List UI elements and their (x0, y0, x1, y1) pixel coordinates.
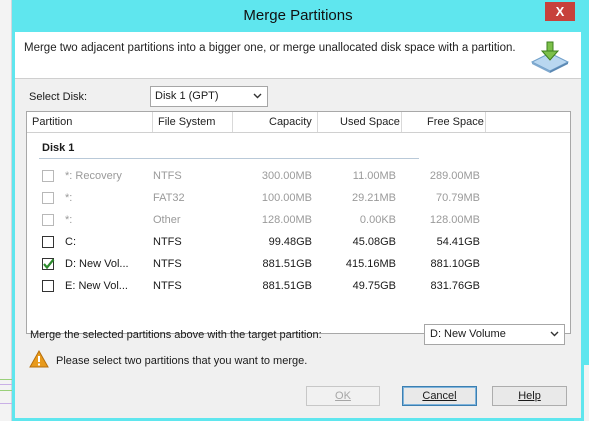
warning-text: Please select two partitions that you wa… (56, 355, 308, 367)
capacity: 881.51GB (262, 280, 312, 292)
ok-button-label: OK (335, 390, 351, 402)
disk-dropdown-value: Disk 1 (GPT) (155, 90, 219, 102)
target-partition-value: D: New Volume (430, 328, 506, 340)
merge-partition-icon (530, 41, 570, 73)
chevron-down-icon (253, 93, 262, 99)
free-space: 289.00MB (429, 170, 480, 182)
warning-icon (29, 350, 49, 368)
partition-checkbox[interactable] (42, 192, 54, 204)
help-button[interactable]: Help (492, 386, 567, 406)
header-panel: Merge two adjacent partitions into a big… (15, 32, 581, 79)
file-system: NTFS (153, 258, 182, 270)
table-row: E: New Vol... NTFS 881.51GB 49.75GB 831.… (27, 275, 570, 297)
used-space: 0.00KB (359, 214, 396, 226)
used-space: 11.00MB (352, 170, 396, 182)
column-header-used-space[interactable]: Used Space (340, 116, 400, 128)
target-partition-dropdown[interactable]: D: New Volume (424, 324, 565, 345)
chevron-down-icon (550, 331, 559, 337)
ok-button[interactable]: OK (306, 386, 380, 406)
column-header-partition[interactable]: Partition (32, 116, 72, 128)
checkmark-icon (43, 258, 55, 270)
disk-group-label: Disk 1 (42, 142, 75, 154)
select-disk-label: Select Disk: (29, 91, 88, 103)
used-space: 29.21MB (351, 192, 396, 204)
partition-name: C: (65, 236, 76, 248)
partition-checkbox[interactable] (42, 170, 54, 182)
capacity: 300.00MB (261, 170, 312, 182)
free-space: 128.00MB (429, 214, 480, 226)
used-space: 49.75GB (352, 280, 396, 292)
free-space: 831.76GB (430, 280, 480, 292)
window-title: Merge Partitions (243, 7, 353, 24)
group-divider (39, 158, 419, 159)
partition-checkbox[interactable] (42, 258, 55, 270)
file-system: NTFS (153, 236, 182, 248)
used-space: 45.08GB (352, 236, 396, 248)
help-button-label: Help (518, 390, 541, 402)
title-bar[interactable]: Merge Partitions X (12, 0, 584, 32)
close-button[interactable]: X (545, 2, 575, 21)
capacity: 881.51GB (262, 258, 312, 270)
dialog-client-area: Merge two adjacent partitions into a big… (15, 32, 581, 418)
free-space: 70.79MB (435, 192, 480, 204)
capacity: 100.00MB (261, 192, 312, 204)
table-row: *: FAT32 100.00MB 29.21MB 70.79MB (27, 187, 570, 209)
free-space: 54.41GB (436, 236, 480, 248)
file-system: NTFS (153, 280, 182, 292)
table-row: D: New Vol... NTFS 881.51GB 415.16MB 881… (27, 253, 570, 275)
capacity: 99.48GB (268, 236, 312, 248)
merge-target-label: Merge the selected partitions above with… (30, 329, 322, 341)
cancel-button-label: Cancel (422, 390, 457, 402)
column-header-capacity[interactable]: Capacity (269, 116, 312, 128)
description-text: Merge two adjacent partitions into a big… (24, 42, 516, 54)
column-header-free-space[interactable]: Free Space (427, 116, 484, 128)
capacity: 128.00MB (261, 214, 312, 226)
partition-checkbox[interactable] (42, 280, 54, 292)
table-row: *: Recovery NTFS 300.00MB 11.00MB 289.00… (27, 165, 570, 187)
column-header-file-system[interactable]: File System (158, 116, 215, 128)
partition-name: D: New Vol... (65, 258, 129, 270)
merge-partitions-dialog: Merge Partitions X Merge two adjacent pa… (12, 0, 584, 421)
table-row: C: NTFS 99.48GB 45.08GB 54.41GB (27, 231, 570, 253)
partition-name: *: (65, 192, 73, 204)
disk-dropdown[interactable]: Disk 1 (GPT) (150, 86, 268, 107)
partition-checkbox[interactable] (42, 236, 54, 248)
partition-name: E: New Vol... (65, 280, 128, 292)
cancel-button[interactable]: Cancel (402, 386, 477, 406)
file-system: NTFS (153, 170, 182, 182)
table-header: Partition File System Capacity Used Spac… (27, 112, 570, 133)
partition-checkbox[interactable] (42, 214, 54, 226)
background-window-edge (0, 0, 12, 421)
partition-name: *: (65, 214, 73, 226)
partition-name: *: Recovery (65, 170, 122, 182)
partition-table: Partition File System Capacity Used Spac… (26, 111, 571, 334)
used-space: 415.16MB (345, 258, 396, 270)
file-system: FAT32 (153, 192, 185, 204)
free-space: 881.10GB (430, 258, 480, 270)
file-system: Other (153, 214, 181, 226)
table-row: *: Other 128.00MB 0.00KB 128.00MB (27, 209, 570, 231)
